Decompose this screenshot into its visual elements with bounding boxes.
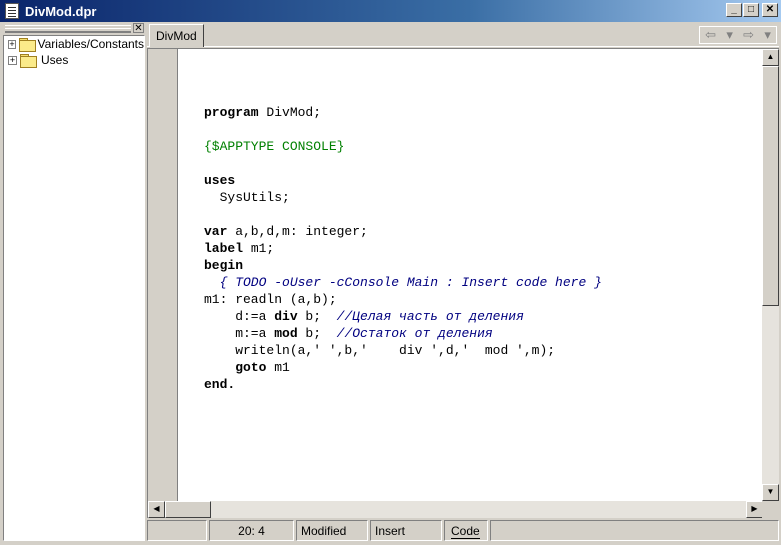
compiler-directive: {$APPTYPE CONSOLE}: [204, 139, 345, 154]
window-title: DivMod.dpr: [25, 3, 97, 19]
comment: //Остаток от деления: [336, 326, 493, 341]
explorer-tree[interactable]: + Variables/Constants + Uses: [3, 35, 145, 541]
explorer-close-button[interactable]: ✕: [133, 23, 144, 34]
keyword: mod: [274, 326, 298, 341]
code-line: {$APPTYPE CONSOLE}: [204, 138, 602, 155]
code-text: DivMod;: [258, 105, 322, 120]
keyword: goto: [235, 360, 267, 375]
explorer-header: ✕: [3, 23, 145, 34]
keyword: program: [204, 105, 259, 120]
tree-item-label: Uses: [41, 53, 69, 67]
keyword: div: [274, 309, 298, 324]
scroll-down-icon[interactable]: ▼: [762, 484, 779, 501]
comment: //Целая часть от деления: [336, 309, 524, 324]
code-line: m1: readln (a,b);: [204, 291, 602, 308]
scroll-left-icon[interactable]: ◀: [148, 501, 165, 518]
code-line: goto m1: [204, 359, 602, 376]
status-bar: 20: 4 Modified Insert Code: [147, 520, 779, 541]
minimize-button[interactable]: _: [726, 3, 742, 17]
source-code[interactable]: program DivMod; {$APPTYPE CONSOLE} uses …: [204, 104, 602, 393]
code-line: var a,b,d,m: integer;: [204, 223, 602, 240]
tree-item-label: Variables/Constants: [37, 37, 145, 51]
code-line: { TODO -oUser -cConsole Main : Insert co…: [204, 274, 602, 291]
expand-icon[interactable]: +: [8, 39, 16, 49]
keyword: label: [204, 241, 244, 256]
title-bar: DivMod.dpr _ □ ✕: [0, 0, 781, 22]
forward-dropdown-icon[interactable]: ▾: [764, 27, 771, 43]
editor-tabstrip: DivMod ⇦ ▾ ⇨ ▾: [147, 23, 779, 47]
code-explorer: ✕ + Variables/Constants + Uses: [3, 23, 145, 543]
comment: { TODO -oUser -cConsole Main : Insert co…: [204, 275, 602, 290]
code-line: d:=a div b; //Целая часть от деления: [204, 308, 602, 325]
code-text: m:=a: [204, 326, 275, 341]
code-line: end.: [204, 376, 602, 393]
code-line: uses: [204, 172, 602, 189]
expand-icon[interactable]: +: [8, 55, 17, 65]
code-text: m1;: [243, 241, 275, 256]
scrollbar-corner: [762, 501, 779, 518]
maximize-button[interactable]: □: [743, 3, 759, 17]
modified-indicator: Modified: [296, 520, 368, 541]
folder-icon: [18, 38, 36, 52]
code-text: writeln(a,' ',b,' div ',d,' mod ',m);: [204, 343, 556, 358]
code-text: m1: [266, 360, 290, 375]
horizontal-scroll-thumb[interactable]: [165, 501, 211, 518]
back-arrow-icon[interactable]: ⇦: [705, 27, 716, 43]
editor-gutter[interactable]: [148, 49, 178, 501]
code-text: m1: readln (a,b);: [204, 292, 337, 307]
keyword: end.: [204, 377, 236, 392]
code-view-label: Code: [451, 524, 480, 539]
tree-item-variables-constants[interactable]: + Variables/Constants: [4, 36, 144, 52]
keyword: uses: [204, 173, 236, 188]
scroll-up-icon[interactable]: ▲: [762, 49, 779, 66]
code-line: writeln(a,' ',b,' div ',d,' mod ',m);: [204, 342, 602, 359]
tree-item-uses[interactable]: + Uses: [4, 52, 144, 68]
code-area[interactable]: program DivMod; {$APPTYPE CONSOLE} uses …: [147, 48, 779, 518]
vertical-scroll-thumb[interactable]: [762, 66, 779, 306]
code-line: program DivMod;: [204, 104, 602, 121]
code-text: a,b,d,m: integer;: [227, 224, 368, 239]
folder-icon: [20, 54, 37, 68]
code-line: m:=a mod b; //Остаток от деления: [204, 325, 602, 342]
code-text: SysUtils;: [204, 190, 290, 205]
tab-code-view[interactable]: Code: [444, 520, 488, 541]
code-line: begin: [204, 257, 602, 274]
back-dropdown-icon[interactable]: ▾: [726, 27, 733, 43]
vertical-scrollbar[interactable]: ▲ ▼: [762, 49, 779, 501]
scroll-right-icon[interactable]: ▶: [746, 501, 763, 518]
tab-divmod[interactable]: DivMod: [149, 24, 204, 47]
cursor-position: 20: 4: [209, 520, 294, 541]
code-editor-pane: DivMod ⇦ ▾ ⇨ ▾ program DivMod; {$APPTYPE…: [147, 23, 779, 543]
code-line: label m1;: [204, 240, 602, 257]
keyword: var: [204, 224, 228, 239]
forward-arrow-icon[interactable]: ⇨: [743, 27, 754, 43]
navigation-buttons: ⇦ ▾ ⇨ ▾: [699, 26, 777, 44]
code-text: b;: [297, 326, 337, 341]
code-text: b;: [297, 309, 337, 324]
close-button[interactable]: ✕: [762, 3, 778, 17]
insert-mode-indicator: Insert: [370, 520, 442, 541]
dock-grip[interactable]: [5, 25, 131, 33]
status-filler: [490, 520, 779, 541]
document-icon: [5, 3, 19, 19]
code-text: d:=a: [204, 309, 275, 324]
code-line: SysUtils;: [204, 189, 602, 206]
keyword: begin: [204, 258, 244, 273]
status-blank: [147, 520, 207, 541]
horizontal-scrollbar[interactable]: ◀ ▶: [148, 501, 763, 518]
window-controls: _ □ ✕: [725, 3, 778, 17]
